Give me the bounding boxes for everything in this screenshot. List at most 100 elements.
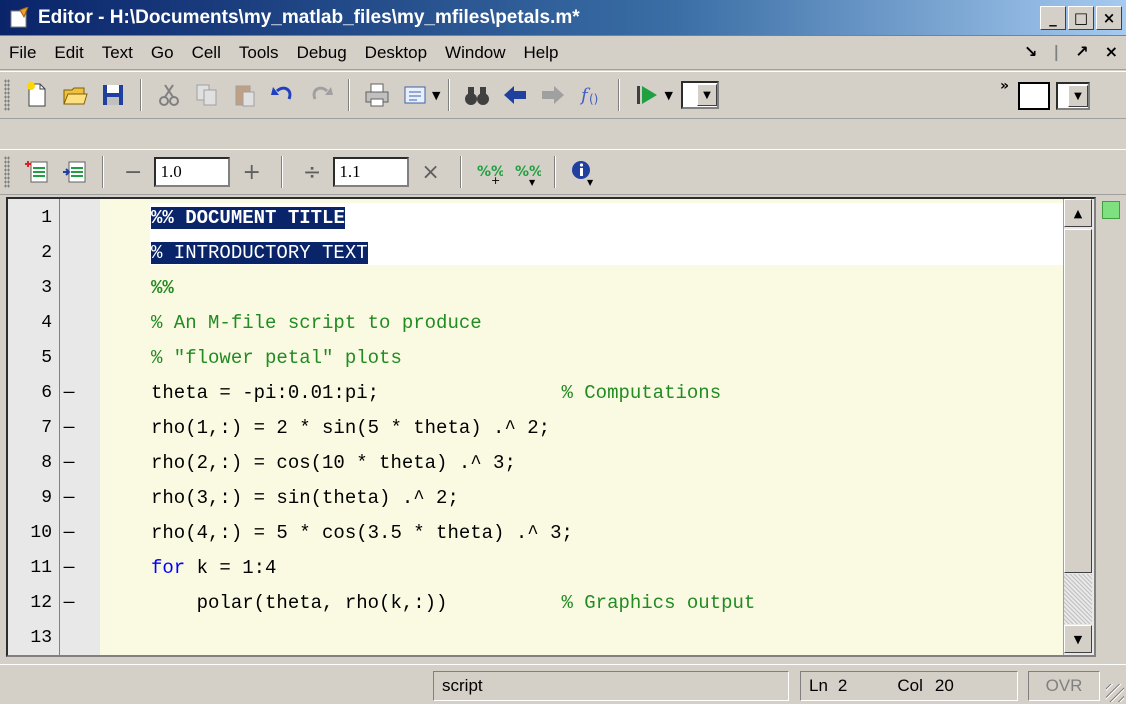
code-line[interactable]: % INTRODUCTORY TEXT	[151, 236, 368, 271]
cell-percent-menu-button[interactable]: %% ▼	[511, 156, 543, 188]
increment-value-field[interactable]: 1.0	[154, 157, 231, 187]
run-icon	[637, 86, 658, 104]
menu-file[interactable]: File	[0, 43, 45, 63]
cut-button[interactable]	[153, 79, 185, 111]
code-line[interactable]: % An M-file script to produce	[151, 306, 482, 341]
svg-text:+: +	[491, 174, 500, 186]
maximize-button[interactable]: □	[1068, 6, 1094, 30]
redo-button[interactable]	[305, 79, 337, 111]
code-line[interactable]: polar(theta, rho(k,:)) % Graphics output	[151, 586, 756, 621]
breakpoint-marker[interactable]: —	[62, 586, 76, 621]
save-button[interactable]	[97, 79, 129, 111]
code-text: rho(2,:) = cos(10 * theta) .^ 3;	[151, 452, 516, 474]
save-icon	[103, 85, 123, 105]
line-number: 1	[41, 208, 52, 228]
message-indicator[interactable]	[1102, 201, 1120, 219]
open-file-button[interactable]	[59, 79, 91, 111]
menu-cell[interactable]: Cell	[183, 43, 230, 63]
menu-go[interactable]: Go	[142, 43, 183, 63]
toolbar-separator	[140, 79, 142, 111]
copy-button[interactable]	[191, 79, 223, 111]
code-line[interactable]: rho(2,:) = cos(10 * theta) .^ 3;	[151, 446, 516, 481]
breakpoint-marker[interactable]: —	[62, 481, 76, 516]
code-line[interactable]: %%	[151, 271, 174, 306]
publish-button[interactable]	[399, 79, 431, 111]
line-number: 8	[41, 453, 52, 473]
function-icon: f()	[579, 85, 598, 106]
divide-button[interactable]: ÷	[303, 160, 321, 185]
undo-button[interactable]	[267, 79, 299, 111]
toolbar-grip[interactable]	[4, 156, 10, 188]
breakpoint-marker[interactable]: —	[62, 376, 76, 411]
decrement-button[interactable]: −	[124, 160, 142, 185]
layout-combo[interactable]: ▼	[1056, 82, 1090, 110]
function-button[interactable]: f()	[575, 79, 607, 111]
info-button[interactable]: ▼	[567, 156, 599, 188]
minimize-button[interactable]: _	[1040, 6, 1066, 30]
print-button[interactable]	[361, 79, 393, 111]
menu-desktop[interactable]: Desktop	[356, 43, 436, 63]
vertical-scrollbar[interactable]: ▲ ▼	[1063, 199, 1094, 655]
breakpoint-combo[interactable]: ▼	[680, 81, 719, 109]
scroll-thumb[interactable]	[1064, 229, 1092, 573]
layout-square-icon[interactable]	[1018, 82, 1050, 110]
overflow-icon[interactable]: »	[1000, 78, 1009, 94]
menu-help[interactable]: Help	[515, 43, 568, 63]
find-button[interactable]	[461, 79, 493, 111]
line-number: 12	[30, 593, 52, 613]
code-line[interactable]: rho(1,:) = 2 * sin(5 * theta) .^ 2;	[151, 411, 550, 446]
scroll-up-button[interactable]: ▲	[1064, 199, 1092, 227]
main-toolbar: ▼ f() ▼ ▼ » ▼	[0, 71, 1126, 119]
insert-cell-break-button[interactable]	[21, 156, 53, 188]
toolbar-grip[interactable]	[4, 79, 10, 111]
publish-dropdown-icon[interactable]: ▼	[432, 89, 440, 102]
dock-icon[interactable]: ↘	[1024, 42, 1037, 61]
code-text: polar(theta, rho(k,:))	[151, 592, 562, 614]
code-line[interactable]: theta = -pi:0.01:pi; % Computations	[151, 376, 721, 411]
code-text: k = 1:4	[185, 557, 277, 579]
paste-button[interactable]	[229, 79, 261, 111]
scroll-track[interactable]	[1064, 574, 1092, 624]
editor-close-icon[interactable]: ×	[1105, 42, 1118, 61]
menu-divider: |	[1053, 42, 1060, 61]
run-button[interactable]	[631, 79, 663, 111]
evaluate-cell-button[interactable]	[59, 156, 91, 188]
go-forward-button[interactable]	[537, 79, 569, 111]
code-line[interactable]: %% DOCUMENT TITLE	[151, 201, 345, 236]
undock-icon[interactable]: ↗	[1075, 42, 1088, 61]
binoculars-icon	[465, 87, 490, 105]
breakpoint-marker[interactable]: —	[62, 516, 76, 551]
cell-percent-add-button[interactable]: %% +	[473, 156, 505, 188]
menu-text[interactable]: Text	[93, 43, 142, 63]
toolbar-separator	[459, 156, 462, 188]
menu-window[interactable]: Window	[436, 43, 514, 63]
run-dropdown-icon[interactable]: ▼	[664, 89, 672, 102]
col-label: Col	[897, 676, 923, 695]
menu-edit[interactable]: Edit	[45, 43, 92, 63]
breakpoint-marker[interactable]: —	[62, 446, 76, 481]
code-line[interactable]: % "flower petal" plots	[151, 341, 402, 376]
svg-text:(): ()	[589, 92, 598, 106]
status-bar: script Ln 2 Col 20 OVR	[0, 664, 1126, 704]
code-text: theta = -pi:0.01:pi;	[151, 382, 562, 404]
scroll-down-button[interactable]: ▼	[1064, 625, 1092, 653]
menu-debug[interactable]: Debug	[288, 43, 356, 63]
code-editor[interactable]: ▲ ▼ 1%% DOCUMENT TITLE 2% INTRODUCTORY TE…	[6, 197, 1096, 657]
new-file-button[interactable]	[21, 79, 53, 111]
scale-value-field[interactable]: 1.1	[333, 157, 410, 187]
resize-grip[interactable]	[1106, 684, 1124, 702]
menu-tools[interactable]: Tools	[230, 43, 288, 63]
code-line[interactable]: rho(3,:) = sin(theta) .^ 2;	[151, 481, 459, 516]
multiply-button[interactable]: ×	[421, 160, 439, 185]
increment-button[interactable]: +	[242, 160, 260, 185]
close-button[interactable]: ×	[1096, 6, 1122, 30]
code-line[interactable]: for k = 1:4	[151, 551, 276, 586]
back-arrow-icon	[504, 86, 527, 104]
breakpoint-marker[interactable]: —	[62, 411, 76, 446]
go-back-button[interactable]	[499, 79, 531, 111]
breakpoint-marker[interactable]: —	[62, 551, 76, 586]
info-icon: ▼	[571, 161, 594, 186]
code-line[interactable]: rho(4,:) = 5 * cos(3.5 * theta) .^ 3;	[151, 516, 573, 551]
line-number: 11	[30, 558, 52, 578]
code-comment: % "flower petal" plots	[151, 347, 402, 369]
